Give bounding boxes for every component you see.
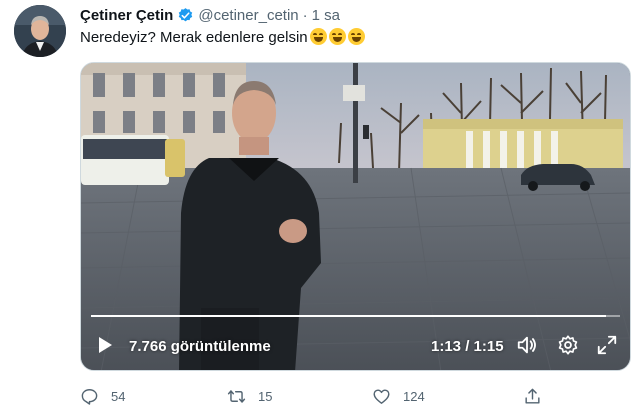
play-icon[interactable] [95, 335, 115, 355]
verified-badge-icon [179, 7, 193, 21]
video-progress-bar[interactable] [91, 315, 620, 317]
author-name[interactable]: Çetiner Çetin [80, 7, 173, 24]
video-player[interactable]: 7.766 görüntülenme 1:13 / 1:15 [80, 62, 631, 371]
tweet: Çetiner Çetin @cetiner_cetin · 1 sa Nere… [0, 0, 640, 417]
tweet-text-content: Neredeyiz? Merak edenlere gelsin [80, 29, 308, 46]
avatar-image [14, 5, 66, 57]
reply-count: 54 [111, 388, 126, 404]
tweet-header: Çetiner Çetin @cetiner_cetin · 1 sa [80, 5, 340, 25]
author-handle[interactable]: @cetiner_cetin [198, 7, 298, 24]
share-icon [525, 388, 540, 404]
tears-of-joy-emoji-icon [328, 28, 346, 45]
video-progress-fill [91, 315, 606, 317]
avatar[interactable] [14, 5, 66, 57]
tears-of-joy-emoji-icon [309, 28, 327, 45]
video-timecode: 1:13 / 1:15 [431, 338, 504, 355]
tweet-actions: 54 15 124 [80, 384, 560, 408]
like-count: 124 [403, 388, 425, 404]
tweet-time[interactable]: 1 sa [312, 7, 340, 24]
tears-of-joy-emoji-icon [347, 28, 365, 45]
view-count: 7.766 görüntülenme [129, 338, 271, 355]
fullscreen-icon[interactable] [596, 334, 618, 356]
reply-icon [81, 388, 98, 405]
separator-dot: · [302, 6, 308, 24]
heart-icon [373, 388, 390, 404]
reply-button[interactable]: 54 [80, 384, 125, 408]
video-controls: 7.766 görüntülenme 1:13 / 1:15 [81, 325, 630, 365]
retweet-icon [227, 389, 246, 403]
tweet-text: Neredeyiz? Merak edenlere gelsin [80, 28, 365, 46]
like-button[interactable]: 124 [372, 384, 425, 408]
retweet-button[interactable]: 15 [227, 384, 272, 408]
settings-icon[interactable] [557, 334, 579, 356]
volume-icon[interactable] [516, 334, 538, 356]
retweet-count: 15 [258, 388, 273, 404]
share-button[interactable] [523, 384, 554, 408]
